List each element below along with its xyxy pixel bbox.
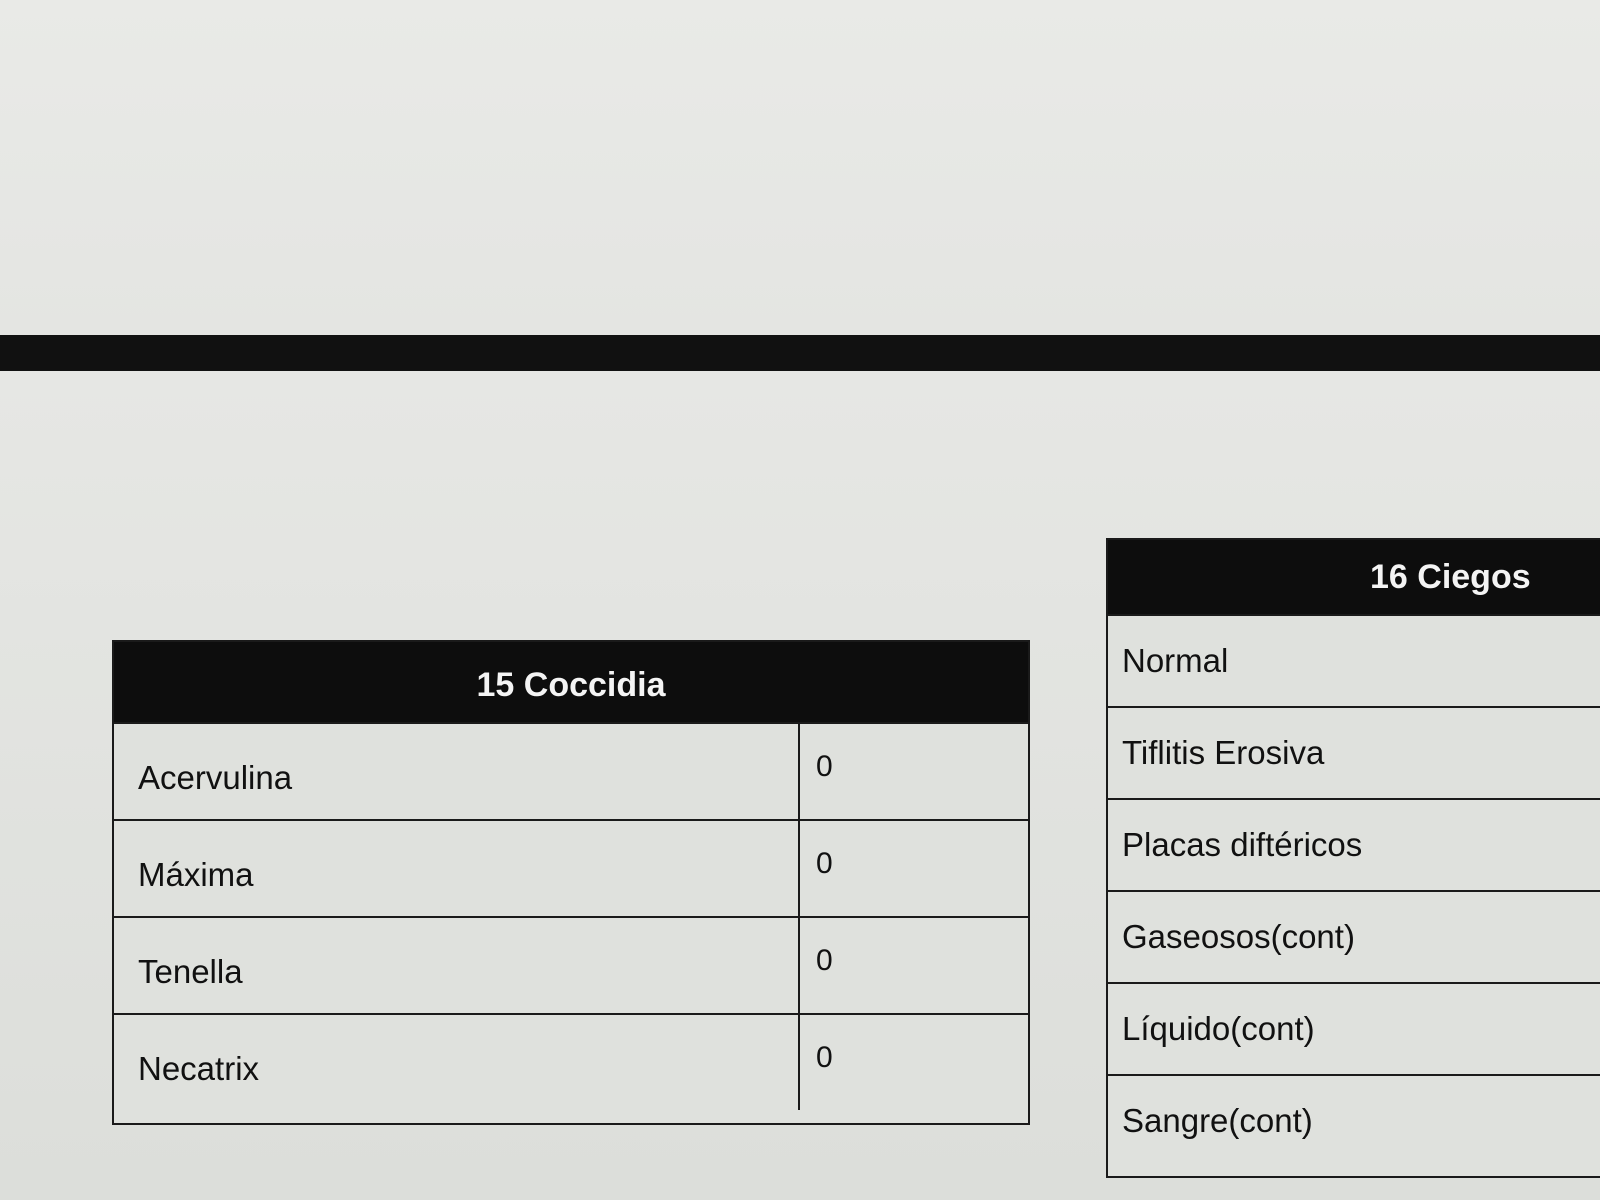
- table-row[interactable]: Tiflitis Erosiva: [1108, 706, 1600, 798]
- coccidia-table-header: 15 Coccidia: [114, 642, 1028, 722]
- row-label-acervulina: Acervulina: [138, 759, 293, 796]
- score-field-maxima[interactable]: 0: [798, 821, 1028, 916]
- row-label-tiflitis-erosiva: Tiflitis Erosiva: [1122, 734, 1325, 771]
- row-label-tenella: Tenella: [138, 953, 243, 990]
- section-divider-bar: [0, 335, 1600, 371]
- table-row[interactable]: Placas diftéricos: [1108, 798, 1600, 890]
- table-row: Tenella 0: [114, 916, 1028, 1013]
- row-label-necatrix: Necatrix: [138, 1050, 260, 1087]
- table-row: Acervulina 0: [114, 722, 1028, 819]
- table-row[interactable]: Líquido(cont): [1108, 982, 1600, 1074]
- score-field-tenella[interactable]: 0: [798, 918, 1028, 1013]
- row-label-placas-diftericos: Placas diftéricos: [1122, 826, 1363, 863]
- score-field-acervulina[interactable]: 0: [798, 724, 1028, 819]
- row-label-gaseosos: Gaseosos(cont): [1122, 918, 1355, 955]
- row-label-liquido: Líquido(cont): [1122, 1010, 1315, 1047]
- coccidia-table: 15 Coccidia Acervulina 0 Máxima 0 Tenell…: [112, 640, 1030, 1125]
- table-row: Necatrix 0: [114, 1013, 1028, 1110]
- table-row[interactable]: Sangre(cont): [1108, 1074, 1600, 1166]
- table-row[interactable]: Gaseosos(cont): [1108, 890, 1600, 982]
- score-field-necatrix[interactable]: 0: [798, 1015, 1028, 1110]
- table-row: Máxima 0: [114, 819, 1028, 916]
- row-label-maxima: Máxima: [138, 856, 254, 893]
- ciegos-table: 16 Ciegos Normal Tiflitis Erosiva Placas…: [1106, 538, 1600, 1178]
- ciegos-table-header: 16 Ciegos: [1108, 540, 1600, 614]
- top-blank-area: [0, 0, 1600, 335]
- row-label-sangre: Sangre(cont): [1122, 1102, 1313, 1139]
- table-row[interactable]: Normal: [1108, 614, 1600, 706]
- row-label-normal: Normal: [1122, 642, 1229, 679]
